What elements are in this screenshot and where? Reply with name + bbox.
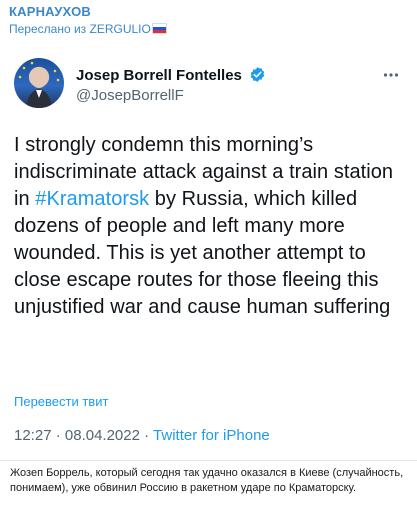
forwarded-from-label[interactable]: Переслано из ZERGULIO — [9, 22, 151, 36]
author-name-text[interactable]: Josep Borrell Fontelles — [76, 67, 242, 84]
tweet-source-link[interactable]: Twitter for iPhone — [153, 427, 270, 444]
tweet-meta: 12:27 · 08.04.2022 · Twitter for iPhone — [14, 427, 270, 445]
meta-separator: · — [144, 427, 150, 444]
channel-name[interactable]: КАРНАУХОВ — [9, 4, 167, 20]
tweet-time[interactable]: 12:27 — [14, 427, 52, 444]
tweet-text: I strongly condemn this morning’s indisc… — [14, 132, 406, 321]
divider — [0, 460, 417, 461]
forward-header: КАРНАУХОВ Переслано из ZERGULIO — [9, 4, 167, 38]
translate-tweet-link[interactable]: Перевести твит — [14, 394, 108, 410]
more-options-icon[interactable] — [383, 72, 399, 78]
post-caption: Жозеп Боррель, который сегодня так удачн… — [10, 467, 404, 494]
meta-separator: · — [55, 427, 61, 444]
avatar — [14, 58, 64, 108]
russia-flag-icon — [151, 23, 167, 34]
verified-badge-icon — [250, 67, 265, 82]
tweet-screenshot: Josep Borrell Fontelles @JosepBorrellF I… — [0, 50, 417, 460]
forwarded-from-line[interactable]: Переслано из ZERGULIO — [9, 20, 167, 38]
hashtag-link[interactable]: #Kramatorsk — [35, 188, 149, 210]
author-handle[interactable]: @JosepBorrellF — [76, 87, 184, 105]
tweet-date[interactable]: 08.04.2022 — [65, 427, 140, 444]
author-name[interactable]: Josep Borrell Fontelles — [76, 66, 266, 85]
eu-stars-icon — [18, 61, 60, 108]
